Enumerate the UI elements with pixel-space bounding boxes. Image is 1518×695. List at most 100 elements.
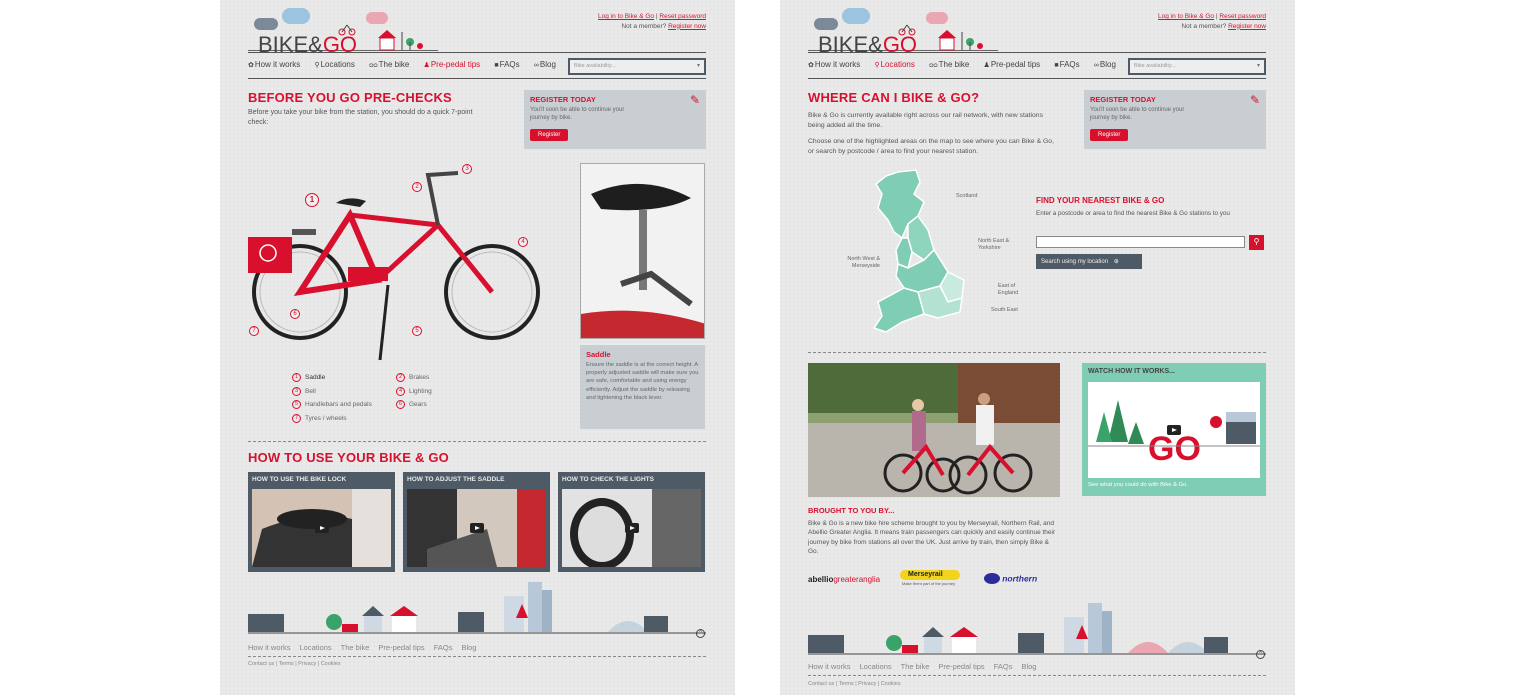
- nav-the-bike[interactable]: ᴑᴑThe bike: [929, 60, 975, 69]
- login-link[interactable]: Log in to Bike & Go: [598, 13, 654, 20]
- check-legend-col2: 2 Brakes 4 Lighting 6 Gears: [396, 371, 432, 412]
- register-button[interactable]: Register: [1090, 129, 1129, 141]
- check-marker-7[interactable]: 7: [249, 326, 259, 336]
- search-my-location-button[interactable]: Search using my location ⊕: [1036, 254, 1142, 269]
- nav-how-it-works[interactable]: ✿How it works: [808, 60, 866, 69]
- explainer-video[interactable]: GO: [1088, 382, 1260, 478]
- nav-locations[interactable]: ⚲Locations: [314, 60, 360, 69]
- search-button[interactable]: ⚲: [1249, 235, 1264, 250]
- footer-link[interactable]: How it works: [248, 643, 291, 652]
- bike-availability-select[interactable]: Bike availability... ▾: [1128, 58, 1266, 75]
- footer-legal-links: Contact us | Terms | Privacy | Cookies: [808, 681, 901, 687]
- faq-icon: ■: [1054, 62, 1059, 69]
- reset-password-link[interactable]: Reset password: [659, 13, 706, 20]
- cloud-icon: [814, 18, 838, 30]
- video-bike-lock[interactable]: HOW TO USE THE BIKE LOCK: [248, 472, 395, 572]
- pin-icon: ⚲: [874, 62, 880, 69]
- check-marker-5[interactable]: 5: [412, 326, 422, 336]
- search-icon: ⚲: [1253, 237, 1260, 246]
- video-check-lights[interactable]: HOW TO CHECK THE LIGHTS: [558, 472, 705, 572]
- legend-item[interactable]: 6 Gears: [396, 398, 432, 412]
- house-tree-icon: [938, 30, 983, 51]
- legend-item[interactable]: 1 Saddle: [292, 371, 372, 385]
- login-link[interactable]: Log in to Bike & Go: [1158, 13, 1214, 20]
- reset-password-link[interactable]: Reset password: [1219, 13, 1266, 20]
- back-to-top-icon[interactable]: ^: [1256, 650, 1265, 659]
- footer-link[interactable]: Blog: [461, 643, 476, 652]
- cloud-icon: [282, 8, 310, 24]
- footer-link[interactable]: Blog: [1021, 662, 1036, 671]
- map-label-scotland[interactable]: Scotland: [956, 193, 977, 200]
- legend-item[interactable]: 7 Tyres / wheels: [292, 412, 372, 426]
- map-label-east[interactable]: East of England: [998, 283, 1032, 296]
- chain-icon: ∞: [1093, 62, 1099, 69]
- pin-icon: ⚲: [314, 62, 320, 69]
- nav-how-it-works[interactable]: ✿How it works: [248, 60, 306, 69]
- map-label-north-east[interactable]: North East & Yorkshire: [978, 238, 1018, 251]
- register-now-link[interactable]: Register now: [1228, 23, 1266, 30]
- footer-link[interactable]: Pre-pedal tips: [378, 643, 424, 652]
- nav-locations[interactable]: ⚲Locations: [874, 60, 920, 69]
- footer-link[interactable]: The bike: [341, 643, 370, 652]
- intro-text: Bike & Go is currently available right a…: [808, 112, 1043, 129]
- postcode-search-input[interactable]: [1036, 236, 1245, 248]
- legend-item[interactable]: 3 Bell: [292, 385, 372, 399]
- check-marker-6[interactable]: 6: [290, 309, 300, 319]
- footer-link[interactable]: The bike: [901, 662, 930, 671]
- bike-and-go-logo[interactable]: BIKE&GO: [248, 8, 448, 57]
- footer-link[interactable]: FAQs: [434, 643, 453, 652]
- nav-blog[interactable]: ∞Blog: [1094, 60, 1122, 69]
- page-pre-checks: BIKE&GO Log in to Bike & Go | Reset pass…: [220, 0, 735, 695]
- legend-item[interactable]: 2 Brakes: [396, 371, 432, 385]
- bike-icon: ᴑᴑ: [929, 62, 938, 69]
- cloud-icon: [842, 8, 870, 24]
- play-icon[interactable]: [1167, 425, 1181, 435]
- nav-pre-pedal-tips[interactable]: ♟Pre-pedal tips: [424, 60, 487, 69]
- footer-link[interactable]: Pre-pedal tips: [938, 662, 984, 671]
- brought-to-you-title: BROUGHT TO YOU BY...: [808, 506, 895, 515]
- play-icon[interactable]: [314, 523, 329, 533]
- legend-item[interactable]: 5 Handlebars and pedals: [292, 398, 372, 412]
- footer-link[interactable]: Locations: [300, 643, 332, 652]
- video-adjust-saddle[interactable]: HOW TO ADJUST THE SADDLE: [403, 472, 550, 572]
- nav-blog[interactable]: ∞Blog: [534, 60, 562, 69]
- check-marker-2[interactable]: 2: [412, 182, 422, 192]
- back-to-top-icon[interactable]: ^: [696, 629, 705, 638]
- play-icon[interactable]: [469, 523, 484, 533]
- saddle-closeup-image: [580, 163, 705, 339]
- merseyrail-logo[interactable]: Merseyrail Make them part of the journey: [900, 570, 964, 590]
- faq-icon: ■: [494, 62, 499, 69]
- check-marker-1[interactable]: 1: [305, 193, 319, 207]
- footer-nav: How it works Locations The bike Pre-pedal t…: [808, 662, 1045, 671]
- map-label-north-west[interactable]: North West & Merseyside: [838, 256, 880, 269]
- map-label-south-east[interactable]: South East: [991, 307, 1018, 314]
- find-nearest-panel: FIND YOUR NEAREST BIKE & GO Enter a post…: [1036, 196, 1266, 269]
- chevron-down-icon: ▾: [696, 63, 700, 69]
- register-button[interactable]: Register: [530, 129, 569, 141]
- main-nav: ✿How it works ⚲Locations ᴑᴑThe bike ♟Pre…: [248, 60, 568, 72]
- nav-faqs[interactable]: ■FAQs: [1054, 60, 1085, 69]
- gear-icon: ✿: [248, 62, 254, 69]
- footer-link[interactable]: Locations: [860, 662, 892, 671]
- nav-the-bike[interactable]: ᴑᴑThe bike: [369, 60, 415, 69]
- nav-pre-pedal-tips[interactable]: ♟Pre-pedal tips: [984, 60, 1047, 69]
- play-icon[interactable]: [624, 523, 639, 533]
- legend-item[interactable]: 4 Lighting: [396, 385, 432, 399]
- nav-faqs[interactable]: ■FAQs: [494, 60, 525, 69]
- check-marker-4[interactable]: 4: [518, 237, 528, 247]
- bike-availability-select[interactable]: Bike availability... ▾: [568, 58, 706, 75]
- crosshair-icon: ⊕: [1113, 258, 1119, 265]
- abellio-logo[interactable]: abelliogreateranglia: [808, 575, 880, 584]
- pencil-icon: ✎: [1249, 93, 1260, 107]
- footer-link[interactable]: How it works: [808, 662, 851, 671]
- footer-link[interactable]: FAQs: [994, 662, 1013, 671]
- main-nav: ✿How it works ⚲Locations ᴑᴑThe bike ♟Pre…: [808, 60, 1128, 72]
- intro-text-2: Choose one of the highlighted areas on t…: [808, 138, 1054, 155]
- page-locations: BIKE&GO Log in to Bike & Go | Reset pass…: [780, 0, 1295, 695]
- bike-and-go-logo[interactable]: BIKE&GO: [808, 8, 1008, 57]
- register-panel: REGISTER TODAY You'll soon be able to co…: [524, 90, 706, 149]
- check-marker-3[interactable]: 3: [462, 164, 472, 174]
- saddle-info-panel: Saddle Ensure the saddle is at the corre…: [580, 345, 705, 429]
- register-now-link[interactable]: Register now: [668, 23, 706, 30]
- northern-logo[interactable]: northern: [984, 573, 1037, 585]
